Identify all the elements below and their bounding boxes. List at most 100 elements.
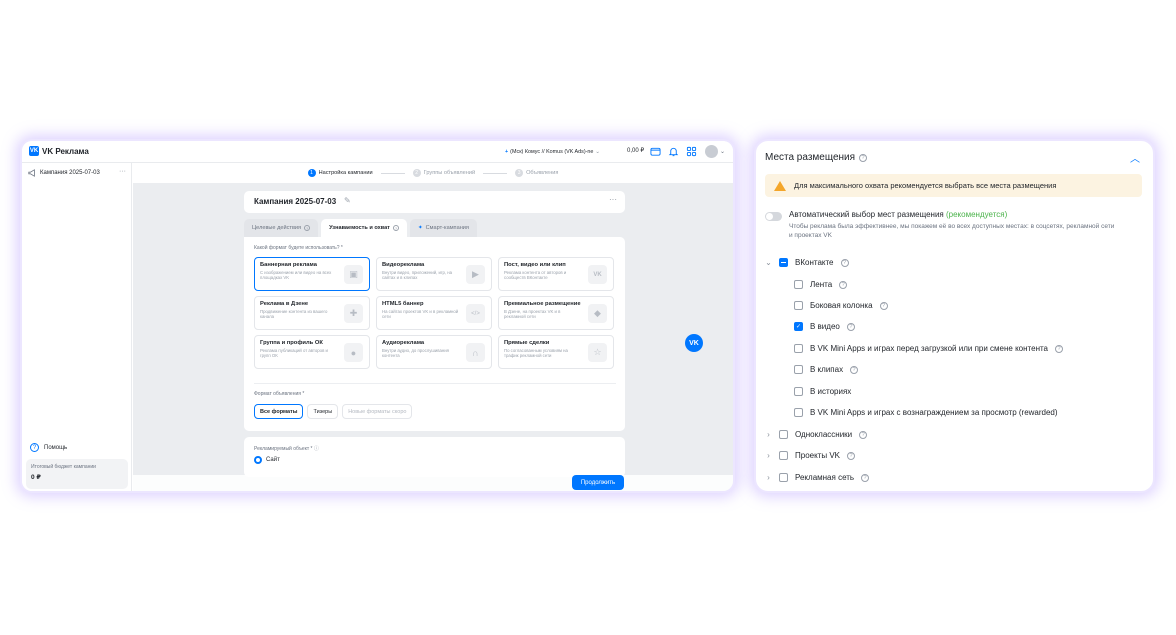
format-option[interactable]: Пост, видео или клип Реклама контента от…	[498, 257, 614, 291]
tab-awareness[interactable]: Узнаваемость и охват ?	[321, 219, 407, 237]
auto-placement-toggle[interactable]	[765, 212, 782, 221]
help-label: Помощь	[44, 444, 68, 451]
auto-recommended: (рекомендуется)	[945, 210, 1008, 219]
logo[interactable]: VK VK Реклама	[29, 146, 89, 156]
checkbox[interactable]	[794, 301, 803, 310]
edit-icon[interactable]: ✎	[344, 196, 351, 205]
megaphone-icon	[28, 169, 35, 177]
pill-all-formats[interactable]: Все форматы	[254, 404, 304, 419]
ad-format-label: Формат объявления *	[254, 391, 305, 397]
tab-label: Целевые действия	[252, 225, 302, 231]
help-icon: ?	[30, 443, 39, 452]
help-icon[interactable]: ?	[859, 430, 868, 439]
placement-item-mini-apps-rewarded[interactable]: В VK Mini Apps и играх с вознаграждением…	[794, 408, 1058, 417]
chevron-down-icon[interactable]: ⌄	[720, 148, 725, 155]
vk-chat-button[interactable]: VK	[685, 334, 703, 352]
avatar[interactable]	[705, 145, 718, 158]
bell-icon[interactable]	[668, 146, 679, 157]
format-option[interactable]: Реклама в Дзене Продвижение контента из …	[254, 296, 370, 330]
sidebar-item-campaign[interactable]: Кампания 2025-07-03 ···	[28, 168, 126, 177]
help-icon[interactable]: ?	[861, 473, 870, 482]
vk-ads-window: VK VK Реклама + (Мск) Комус // Komus (VK…	[22, 141, 733, 491]
chevron-right-icon[interactable]: ›	[765, 473, 772, 482]
tab-target-actions[interactable]: Целевые действия ?	[244, 219, 319, 237]
placement-group-vk-projects[interactable]: › Проекты VK ?	[765, 451, 855, 460]
placement-item-video[interactable]: В видео ?	[794, 322, 855, 331]
placement-group-ok[interactable]: › Одноклассники ?	[765, 430, 868, 439]
checkbox[interactable]	[794, 408, 803, 417]
help-icon[interactable]: ?	[847, 451, 855, 460]
main-content: 1 Настройка кампании 2 Группы объявлений…	[133, 163, 733, 491]
account-plus-icon: +	[505, 149, 509, 155]
apps-icon[interactable]	[686, 146, 697, 157]
warning-banner: Для максимального охвата рекомендуется в…	[765, 174, 1142, 197]
checkbox[interactable]	[779, 473, 788, 482]
placement-item-sidebar[interactable]: Боковая колонка ?	[794, 301, 888, 310]
pill-new-formats: Новые форматы скоро	[342, 404, 413, 419]
checkbox-vk[interactable]	[779, 258, 788, 267]
continue-button[interactable]: Продолжить	[572, 475, 624, 490]
help-icon[interactable]: ?	[304, 225, 311, 231]
balance[interactable]: 0,00 ₽	[627, 147, 644, 154]
chevron-down-icon[interactable]: ⌄	[765, 258, 772, 267]
help-icon[interactable]: ⓘ	[314, 446, 319, 452]
step-number: 3	[515, 169, 524, 177]
step-ads[interactable]: 3 Объявления	[515, 169, 558, 177]
group-label: Проекты VK	[795, 451, 840, 460]
checkbox[interactable]	[794, 344, 803, 353]
help-icon[interactable]: ?	[1055, 344, 1064, 353]
placement-group-vk[interactable]: ⌄ ВКонтакте ?	[765, 258, 849, 267]
wallet-icon[interactable]	[650, 146, 661, 157]
auto-title-text: Автоматический выбор мест размещения	[789, 210, 944, 219]
format-desc: По согласованным условиям на трафик рекл…	[504, 348, 568, 359]
tab-smart-campaign[interactable]: ✦ Смарт-кампания	[409, 219, 477, 237]
more-icon[interactable]: ···	[119, 168, 126, 175]
help-link[interactable]: ? Помощь	[30, 443, 67, 452]
format-option[interactable]: Видеореклама Внутри видео, приложений, и…	[376, 257, 492, 291]
chevron-right-icon[interactable]: ›	[765, 451, 772, 460]
placement-item-clips[interactable]: В клипах ?	[794, 365, 859, 374]
checkbox[interactable]	[794, 387, 803, 396]
placement-item-stories[interactable]: В историях	[794, 387, 851, 396]
format-option[interactable]: Прямые сделки По согласованным условиям …	[498, 335, 614, 369]
format-option[interactable]: Баннерная реклама С изображением или вид…	[254, 257, 370, 291]
placements-title-text: Места размещения	[765, 152, 856, 163]
checkbox[interactable]	[779, 430, 788, 439]
chevron-up-icon[interactable]: ︿	[1130, 150, 1140, 165]
format-option[interactable]: Аудиореклама Внутри аудио, до прослушива…	[376, 335, 492, 369]
help-icon[interactable]: ?	[839, 280, 848, 289]
campaign-title[interactable]: Кампания 2025-07-03	[254, 197, 336, 206]
account-name: (Мск) Комус // Komus (VK Ads)-ne	[510, 149, 594, 155]
placement-group-ad-network[interactable]: › Рекламная сеть ?	[765, 473, 870, 482]
step-label: Группы объявлений	[423, 170, 476, 176]
radio-selected[interactable]	[254, 456, 262, 464]
account-selector[interactable]: + (Мск) Комус // Komus (VK Ads)-ne ⌄	[501, 146, 604, 158]
format-option[interactable]: HTML5 баннер На сайтах проектов VK и в р…	[376, 296, 492, 330]
help-icon[interactable]: ?	[850, 365, 859, 374]
chevron-right-icon[interactable]: ›	[765, 430, 772, 439]
help-icon[interactable]: ?	[859, 153, 868, 162]
checkbox-checked[interactable]	[794, 322, 803, 331]
format-option[interactable]: Премиальное размещение В Дзене, на проек…	[498, 296, 614, 330]
help-icon[interactable]: ?	[879, 301, 888, 310]
pill-teasers[interactable]: Тизеры	[307, 404, 339, 419]
format-desc: Продвижение контента из вашего канала	[260, 309, 328, 320]
checkbox[interactable]	[794, 280, 803, 289]
vk-logo-icon: VK	[29, 146, 39, 156]
format-option[interactable]: Группа и профиль ОК Реклама публикаций о…	[254, 335, 370, 369]
placement-label: Боковая колонка	[810, 301, 873, 310]
placement-item-mini-apps-preload[interactable]: В VK Mini Apps и играх перед загрузкой и…	[794, 344, 1064, 353]
help-icon[interactable]: ?	[840, 258, 849, 267]
step-ad-groups[interactable]: 2 Группы объявлений	[412, 169, 476, 177]
help-icon[interactable]: ?	[846, 322, 855, 331]
placements-panel: Места размещения ? ︿ Для максимального о…	[756, 141, 1153, 491]
object-label-text: Рекламируемый объект *	[254, 446, 313, 452]
help-icon[interactable]: ?	[392, 225, 399, 231]
checkbox[interactable]	[779, 451, 788, 460]
placement-item-feed[interactable]: Лента ?	[794, 280, 848, 289]
object-option-site[interactable]: Сайт	[254, 456, 280, 464]
step-campaign-settings[interactable]: 1 Настройка кампании	[307, 169, 373, 177]
step-label: Объявления	[526, 170, 559, 176]
more-icon[interactable]: ···	[609, 195, 617, 204]
checkbox[interactable]	[794, 365, 803, 374]
